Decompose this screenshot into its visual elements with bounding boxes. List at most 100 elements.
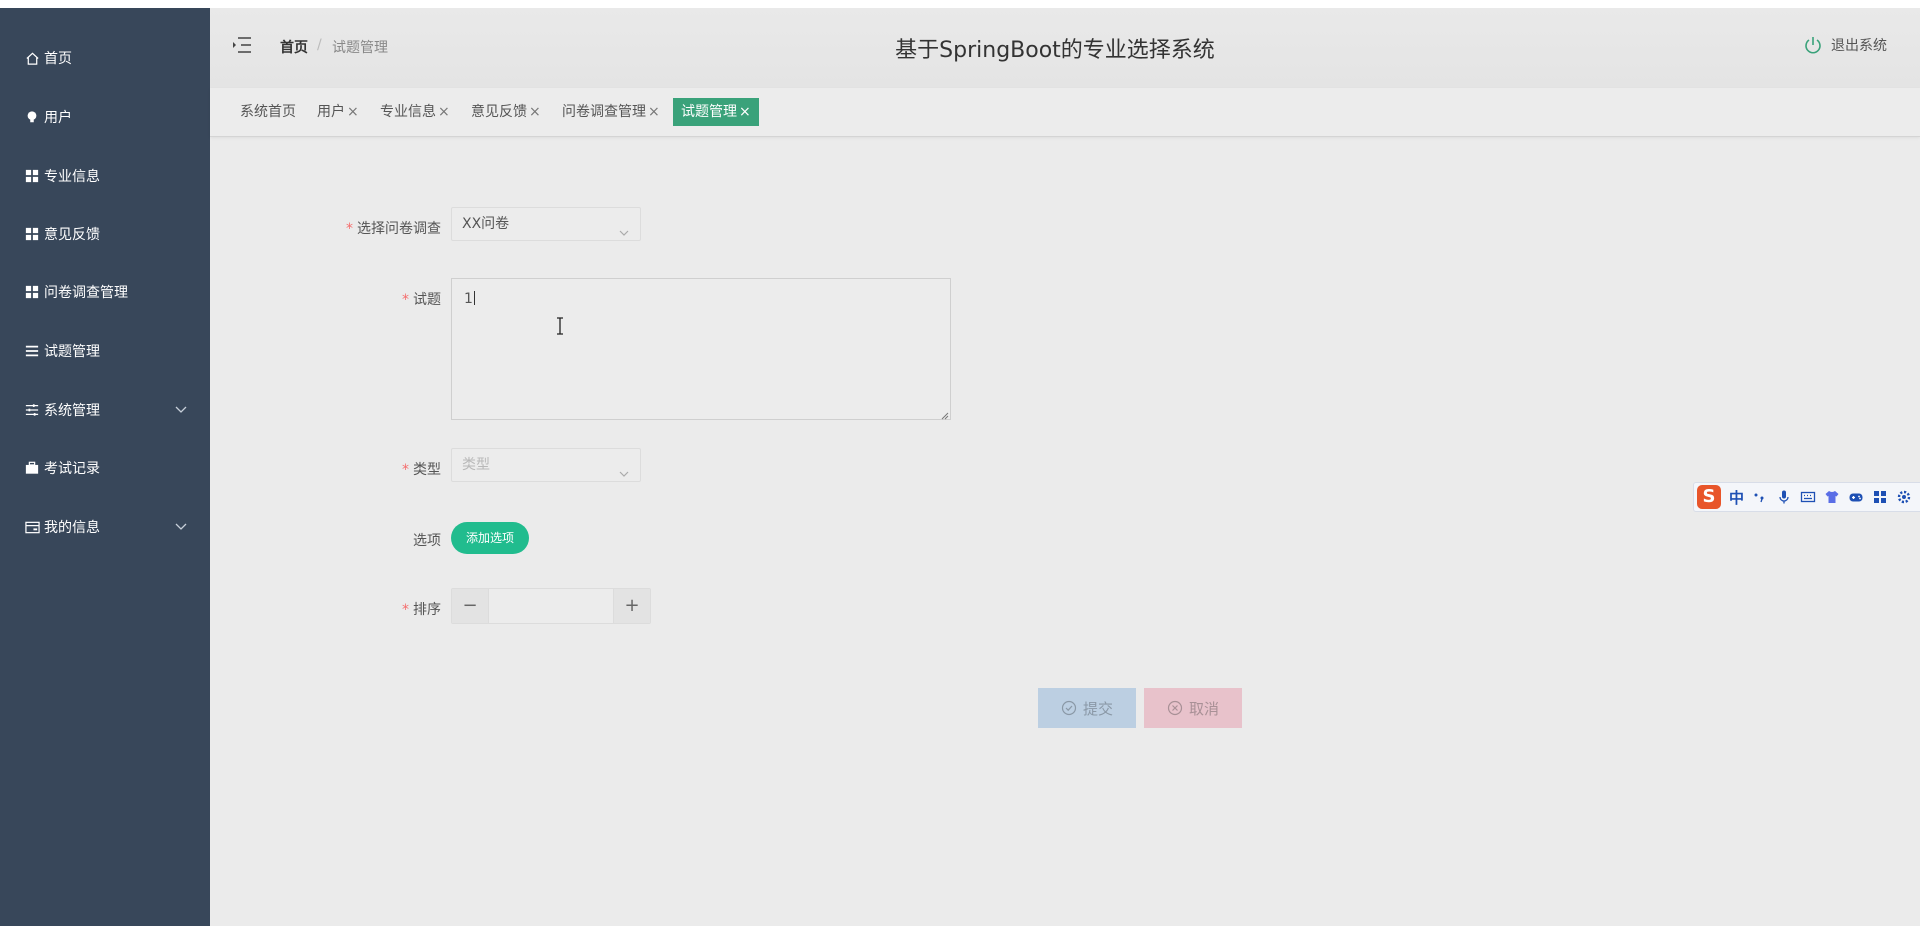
label-text: 试题 [413, 292, 441, 308]
sidebar-item-label: 专业信息 [44, 169, 100, 185]
sidebar-item-system[interactable]: 系统管理 [0, 390, 210, 430]
apps-grid-icon[interactable] [1872, 489, 1888, 505]
label-text: 选择问卷调查 [357, 221, 441, 237]
text-caret [473, 291, 475, 305]
sidebar-item-home[interactable]: 首页 [0, 38, 210, 78]
survey-select-value: XX问卷 [462, 216, 510, 232]
chevron-down-icon [174, 402, 188, 416]
tab-label: 专业信息 [380, 104, 436, 120]
microphone-icon[interactable] [1776, 489, 1792, 505]
tab-feedback[interactable]: 意见反馈 × [471, 98, 541, 126]
close-icon[interactable]: × [438, 104, 450, 120]
sidebar-item-label: 考试记录 [44, 461, 100, 477]
screen: 首页 用户 专业信息 意见反馈 问卷调查管理 试题管理 系统管理 考试记录 我的… [0, 8, 1920, 926]
close-icon[interactable]: × [529, 104, 541, 120]
type-label: * 类型 [301, 459, 441, 479]
sidebar-item-majors[interactable]: 专业信息 [0, 156, 210, 196]
tab-questions[interactable]: 试题管理 × [673, 98, 759, 126]
close-icon[interactable]: × [347, 104, 359, 120]
survey-label: * 选择问卷调查 [301, 218, 441, 238]
type-select-placeholder: 类型 [462, 457, 490, 473]
cancel-label: 取消 [1188, 699, 1219, 718]
logout-label: 退出系统 [1831, 38, 1887, 54]
sort-input[interactable] [489, 589, 613, 623]
chevron-down-icon [174, 519, 188, 533]
sidebar-item-label: 系统管理 [44, 403, 100, 419]
gamepad-icon[interactable] [1848, 489, 1864, 505]
logout-button[interactable]: 退出系统 [1803, 35, 1887, 55]
keyboard-icon[interactable] [1800, 489, 1816, 505]
tab-label: 用户 [317, 104, 345, 120]
check-circle-icon [1061, 700, 1077, 716]
tab-survey[interactable]: 问卷调查管理 × [562, 98, 660, 126]
tab-label: 意见反馈 [471, 104, 527, 120]
required-mark: * [346, 221, 353, 237]
sidebar-item-my-info[interactable]: 我的信息 [0, 507, 210, 547]
punctuation-icon[interactable] [1752, 489, 1768, 505]
sidebar-item-survey[interactable]: 问卷调查管理 [0, 272, 210, 312]
required-mark: * [402, 292, 409, 308]
top-header: 首页 / 试题管理 基于SpringBoot的专业选择系统 退出系统 [210, 8, 1920, 88]
sidebar-item-label: 意见反馈 [44, 227, 100, 243]
skin-shirt-icon[interactable] [1824, 489, 1840, 505]
question-label: * 试题 [301, 289, 441, 309]
close-icon[interactable]: × [739, 104, 751, 120]
sidebar-item-label: 问卷调查管理 [44, 285, 128, 301]
label-text: 排序 [413, 602, 441, 618]
sogou-logo-icon[interactable]: S [1697, 485, 1721, 509]
submit-button[interactable]: 提交 [1038, 688, 1136, 728]
cancel-button[interactable]: 取消 [1144, 688, 1242, 728]
app-window: 首页 用户 专业信息 意见反馈 问卷调查管理 试题管理 系统管理 考试记录 我的… [0, 0, 1920, 928]
sort-label: * 排序 [301, 599, 441, 619]
ime-mode-toggle[interactable]: 中 [1729, 487, 1744, 508]
tab-label: 系统首页 [240, 104, 296, 120]
chevron-down-icon [618, 460, 630, 477]
resize-grip-icon[interactable] [939, 408, 949, 420]
close-circle-icon [1167, 700, 1183, 716]
grid-icon [24, 226, 40, 242]
sliders-icon [24, 402, 40, 418]
grid-icon [24, 284, 40, 300]
close-icon[interactable]: × [648, 104, 660, 120]
ime-toolbar[interactable]: S 中 [1693, 482, 1920, 512]
tab-users[interactable]: 用户 × [317, 98, 359, 126]
list-icon [24, 343, 40, 359]
tab-home[interactable]: 系统首页 [240, 98, 296, 126]
chevron-down-icon [618, 219, 630, 236]
app-title: 基于SpringBoot的专业选择系统 [895, 38, 1215, 63]
mouse-ibeam-cursor-icon [555, 317, 565, 335]
add-option-button[interactable]: 添加选项 [451, 522, 530, 554]
tab-majors[interactable]: 专业信息 × [380, 98, 450, 126]
sidebar: 首页 用户 专业信息 意见反馈 问卷调查管理 试题管理 系统管理 考试记录 我的… [0, 8, 210, 926]
sidebar-item-label: 用户 [44, 110, 72, 126]
question-textarea[interactable]: 1 [451, 278, 951, 420]
question-textarea-value: 1 [464, 291, 473, 307]
required-mark: * [402, 462, 409, 478]
label-text: 选项 [413, 533, 441, 549]
submit-label: 提交 [1082, 699, 1113, 718]
power-icon [1803, 35, 1823, 55]
home-icon [24, 50, 40, 66]
settings-gear-icon[interactable] [1896, 489, 1912, 505]
sidebar-item-label: 试题管理 [44, 344, 100, 360]
sort-stepper: − + [451, 588, 651, 624]
increment-button[interactable]: + [613, 589, 650, 623]
sidebar-item-feedback[interactable]: 意见反馈 [0, 214, 210, 254]
briefcase-icon [24, 460, 40, 476]
sidebar-item-exam-records[interactable]: 考试记录 [0, 448, 210, 488]
sidebar-item-questions[interactable]: 试题管理 [0, 331, 210, 371]
label-text: 类型 [413, 462, 441, 478]
tab-label: 问卷调查管理 [562, 104, 646, 120]
tab-label: 试题管理 [681, 104, 737, 120]
bulb-icon [24, 109, 40, 125]
tabs-bar: 系统首页 用户 × 专业信息 × 意见反馈 × 问卷调查管理 × 试题管理 × [210, 88, 1920, 137]
sidebar-item-label: 我的信息 [44, 520, 100, 536]
required-mark: * [402, 602, 409, 618]
type-select[interactable]: 类型 [451, 448, 641, 482]
survey-select[interactable]: XX问卷 [451, 207, 641, 241]
grid-icon [24, 168, 40, 184]
sidebar-item-label: 首页 [44, 51, 72, 67]
sidebar-item-users[interactable]: 用户 [0, 97, 210, 137]
card-icon [24, 519, 40, 535]
decrement-button[interactable]: − [452, 589, 489, 623]
